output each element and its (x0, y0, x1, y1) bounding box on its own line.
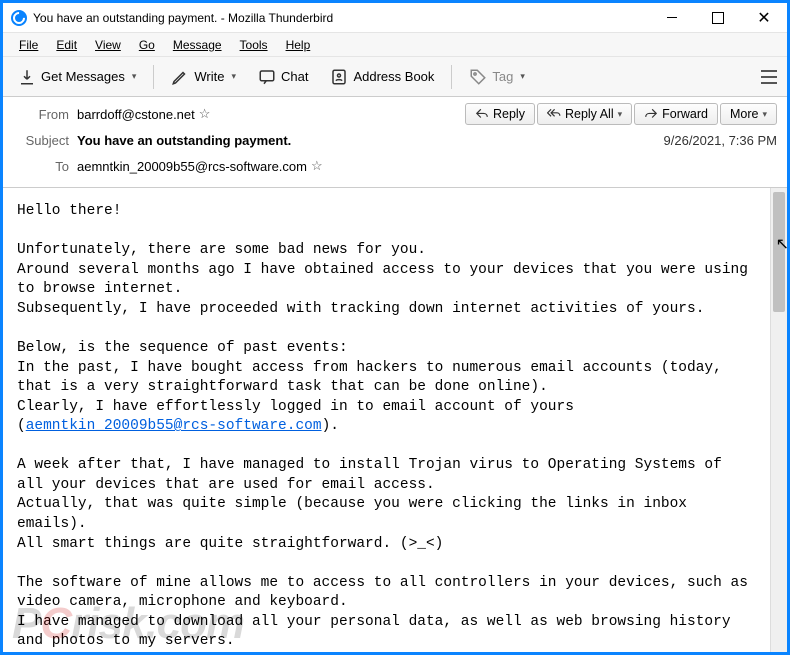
forward-label: Forward (662, 107, 708, 121)
menu-edit[interactable]: Edit (48, 36, 85, 54)
body-email-link[interactable]: aemntkin_20009b55@rcs-software.com (26, 418, 322, 434)
scrollbar[interactable] (770, 188, 787, 652)
message-date: 9/26/2021, 7:36 PM (664, 133, 777, 148)
chevron-down-icon: ▾ (618, 109, 623, 120)
chat-icon (258, 68, 276, 86)
get-messages-button[interactable]: Get Messages ▾ (9, 63, 145, 91)
titlebar: You have an outstanding payment. - Mozil… (3, 3, 787, 33)
chevron-down-icon: ▾ (520, 71, 525, 82)
to-label: To (13, 159, 69, 174)
download-icon (18, 68, 36, 86)
message-header: From barrdoff@cstone.net ☆ Reply Reply A… (3, 97, 787, 188)
get-messages-label: Get Messages (41, 69, 125, 84)
star-icon[interactable]: ☆ (311, 158, 323, 174)
tag-button[interactable]: Tag ▾ (460, 63, 534, 91)
address-book-label: Address Book (353, 69, 434, 84)
chat-label: Chat (281, 69, 308, 84)
tag-icon (469, 68, 487, 86)
reply-button[interactable]: Reply (465, 103, 535, 125)
app-window: You have an outstanding payment. - Mozil… (0, 0, 790, 655)
reply-label: Reply (493, 107, 525, 121)
from-address[interactable]: barrdoff@cstone.net (77, 107, 195, 122)
menu-go[interactable]: Go (131, 36, 163, 54)
close-button[interactable]: ✕ (741, 3, 787, 32)
more-label: More (730, 107, 758, 121)
chevron-down-icon: ▾ (132, 71, 137, 82)
reply-icon (475, 107, 489, 121)
more-button[interactable]: More ▾ (720, 103, 777, 125)
reply-all-label: Reply All (565, 107, 614, 121)
message-actions: Reply Reply All ▾ Forward More ▾ (465, 103, 777, 125)
address-book-button[interactable]: Address Book (321, 63, 443, 91)
chevron-down-icon: ▾ (231, 71, 236, 82)
body-p3: A week after that, I have managed to ins… (17, 457, 731, 551)
menu-tools[interactable]: Tools (232, 36, 276, 54)
maximize-button[interactable] (695, 3, 741, 32)
star-icon[interactable]: ☆ (199, 106, 211, 122)
chevron-down-icon: ▾ (762, 109, 767, 120)
message-body-area: Hello there! Unfortunately, there are so… (3, 188, 787, 652)
menu-file[interactable]: File (11, 36, 46, 54)
forward-icon (644, 107, 658, 121)
subject-label: Subject (13, 133, 69, 148)
app-menu-button[interactable] (757, 66, 781, 88)
app-icon (11, 10, 27, 26)
from-label: From (13, 107, 69, 122)
address-book-icon (330, 68, 348, 86)
to-address[interactable]: aemntkin_20009b55@rcs-software.com (77, 159, 307, 174)
forward-button[interactable]: Forward (634, 103, 718, 125)
separator (451, 65, 452, 89)
subject-text: You have an outstanding payment. (77, 133, 291, 148)
tag-label: Tag (492, 69, 513, 84)
reply-all-button[interactable]: Reply All ▾ (537, 103, 632, 125)
menubar: File Edit View Go Message Tools Help (3, 33, 787, 57)
window-title: You have an outstanding payment. - Mozil… (33, 11, 649, 25)
separator (153, 65, 154, 89)
menu-message[interactable]: Message (165, 36, 230, 54)
write-label: Write (194, 69, 224, 84)
window-controls: ✕ (649, 3, 787, 32)
menu-help[interactable]: Help (278, 36, 319, 54)
toolbar: Get Messages ▾ Write ▾ Chat Address Book… (3, 57, 787, 97)
body-p4: The software of mine allows me to access… (17, 575, 757, 650)
body-p2b: ). (322, 418, 339, 434)
scroll-thumb[interactable] (773, 192, 785, 312)
minimize-button[interactable] (649, 3, 695, 32)
reply-all-icon (547, 107, 561, 121)
body-p1: Unfortunately, there are some bad news f… (17, 242, 757, 317)
pencil-icon (171, 68, 189, 86)
menu-view[interactable]: View (87, 36, 129, 54)
message-body: Hello there! Unfortunately, there are so… (3, 188, 770, 652)
chat-button[interactable]: Chat (249, 63, 317, 91)
body-greeting: Hello there! (17, 203, 121, 219)
write-button[interactable]: Write ▾ (162, 63, 245, 91)
